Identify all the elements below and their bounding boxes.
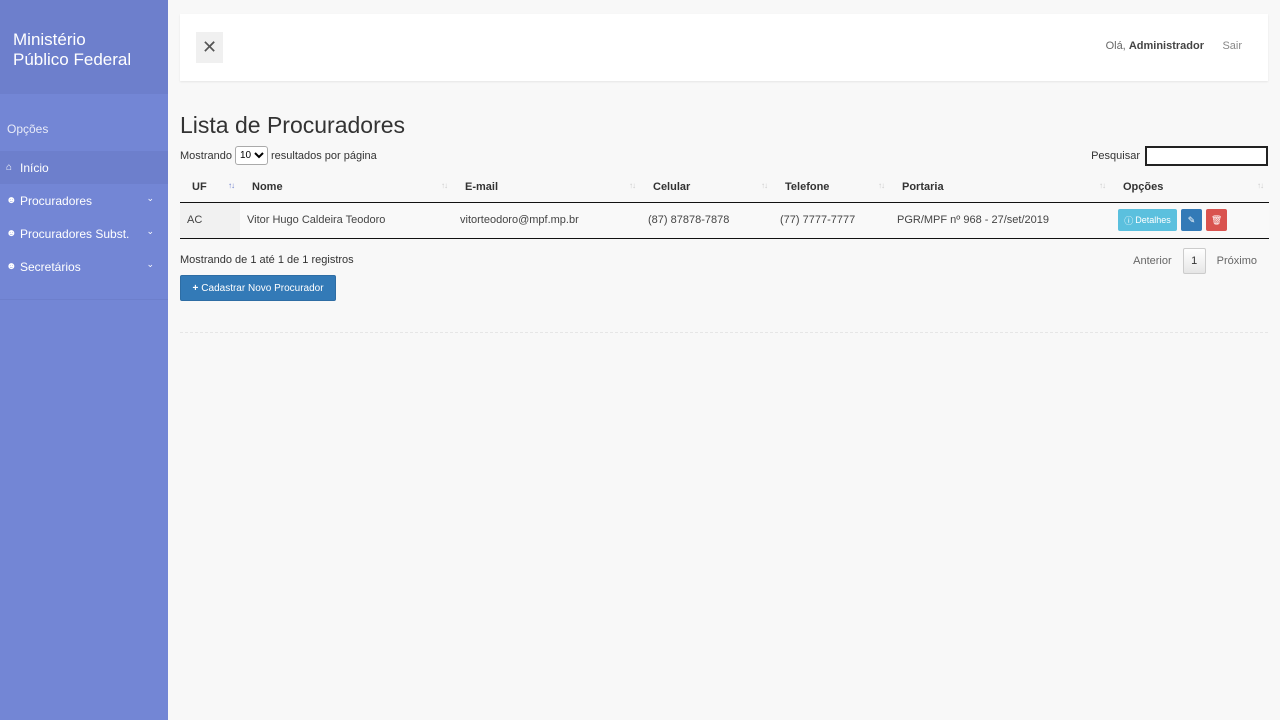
chevron-down-icon: ⌄ (146, 259, 154, 269)
cell-nome: Vitor Hugo Caldeira Teodoro (247, 214, 386, 226)
users-icon: ☻ (6, 228, 17, 239)
column-header-nome[interactable]: Nome ↑↓ (240, 172, 453, 202)
procuradores-table: UF ↑↓ Nome ↑↓ E-mail ↑↓ Celular ↑↓ Telefone ↑… (180, 172, 1269, 239)
user-name: Administrador (1128, 40, 1204, 52)
topbar: ✕ Olá, Administrador Sair (180, 14, 1268, 81)
sidebar-header: Ministério Público Federal (0, 0, 168, 94)
search-input[interactable] (1145, 146, 1268, 166)
cell-telefone: (77) 7777-7777 (780, 214, 856, 226)
sidebar-menu: ⌂ Início ☻ Procuradores ⌄ ☻ Procuradores… (0, 151, 168, 300)
column-header-celular[interactable]: Celular ↑↓ (641, 172, 773, 202)
home-icon: ⌂ (6, 162, 13, 173)
cell-portaria: PGR/MPF nº 968 - 27/set/2019 (897, 214, 1049, 226)
column-header-email[interactable]: E-mail ↑↓ (453, 172, 641, 202)
sort-icon: ↑↓ (1257, 181, 1264, 190)
length-suffix: resultados por página (270, 149, 377, 162)
sort-icon: ↑↓ (1099, 181, 1106, 190)
cell-uf: AC (180, 202, 240, 238)
greeting-prefix: Olá, (1105, 40, 1126, 52)
cell-email: vitorteodoro@mpf.mp.br (460, 214, 579, 226)
user-greeting: Olá, Administrador (1106, 40, 1204, 52)
search-control: Pesquisar (1091, 146, 1268, 166)
column-header-telefone[interactable]: Telefone ↑↓ (773, 172, 890, 202)
sidebar-item-inicio[interactable]: ⌂ Início (0, 151, 168, 184)
sort-icon: ↑↓ (629, 181, 636, 190)
sidebar-item-label: Procuradores Subst. (20, 226, 130, 241)
column-header-portaria[interactable]: Portaria ↑↓ (890, 172, 1111, 202)
logout-link[interactable]: Sair (1222, 40, 1242, 52)
cell-opcoes: ⓘ Detalhes ✎ 🗑 (1111, 202, 1269, 238)
details-button-label: Detalhes (1135, 215, 1171, 225)
page-length-select[interactable]: 10 (234, 146, 268, 165)
cell-celular: (87) 87878-7878 (648, 214, 730, 226)
sidebar-item-label: Início (20, 160, 49, 175)
sort-icon: ↑↓ (761, 181, 768, 190)
sidebar: Ministério Público Federal Opções ⌂ Iníc… (0, 0, 168, 720)
plus-icon: + (192, 282, 199, 294)
pagination-previous[interactable]: Anterior (1122, 255, 1183, 267)
length-prefix: Mostrando (180, 149, 232, 162)
sidebar-section-label: Opções (7, 122, 49, 136)
edit-button[interactable]: ✎ (1181, 209, 1203, 231)
search-label: Pesquisar (1091, 150, 1140, 162)
add-procurador-label: Cadastrar Novo Procurador (201, 282, 324, 294)
pagination-page-1[interactable]: 1 (1182, 248, 1206, 274)
details-button[interactable]: ⓘ Detalhes (1118, 209, 1177, 231)
trash-icon: 🗑 (1210, 214, 1223, 225)
brand-line-1: Ministério (13, 30, 86, 49)
sidebar-item-secretarios[interactable]: ☻ Secretários ⌄ (0, 250, 168, 283)
info-icon: ⓘ (1124, 215, 1134, 226)
users-icon: ☻ (6, 261, 17, 272)
brand-line-2: Público Federal (13, 50, 132, 69)
table-row: AC Vitor Hugo Caldeira Teodoro vitorteod… (180, 202, 1269, 238)
pencil-icon: ✎ (1187, 214, 1196, 225)
sort-asc-icon: ↑↓ (228, 181, 235, 190)
users-icon: ☻ (6, 195, 17, 206)
pagination: Anterior 1 Próximo (1122, 248, 1268, 274)
delete-button[interactable]: 🗑 (1206, 209, 1228, 231)
sidebar-item-label: Secretários (20, 259, 81, 274)
pagination-next[interactable]: Próximo (1206, 255, 1268, 267)
add-procurador-button[interactable]: + Cadastrar Novo Procurador (180, 275, 336, 301)
sidebar-item-label: Procuradores (20, 193, 93, 208)
sidebar-toggle-button[interactable]: ✕ (196, 32, 223, 63)
content-divider (180, 332, 1268, 333)
close-icon: ✕ (201, 37, 218, 57)
table-header-row: UF ↑↓ Nome ↑↓ E-mail ↑↓ Celular ↑↓ Telefone ↑… (180, 172, 1269, 202)
column-header-uf[interactable]: UF ↑↓ (180, 172, 240, 202)
page-length-control: Mostrando 10 resultados por página (180, 146, 377, 165)
page-title: Lista de Procuradores (180, 112, 406, 138)
table-info: Mostrando de 1 até 1 de 1 registros (180, 254, 354, 266)
sidebar-item-procuradores[interactable]: ☻ Procuradores ⌄ (0, 184, 168, 217)
sort-icon: ↑↓ (441, 181, 448, 190)
sort-icon: ↑↓ (878, 181, 885, 190)
sidebar-item-procuradores-subst[interactable]: ☻ Procuradores Subst. ⌄ (0, 217, 168, 250)
column-header-opcoes[interactable]: Opções ↑↓ (1111, 172, 1269, 202)
chevron-down-icon: ⌄ (146, 226, 154, 236)
chevron-down-icon: ⌄ (146, 193, 154, 203)
